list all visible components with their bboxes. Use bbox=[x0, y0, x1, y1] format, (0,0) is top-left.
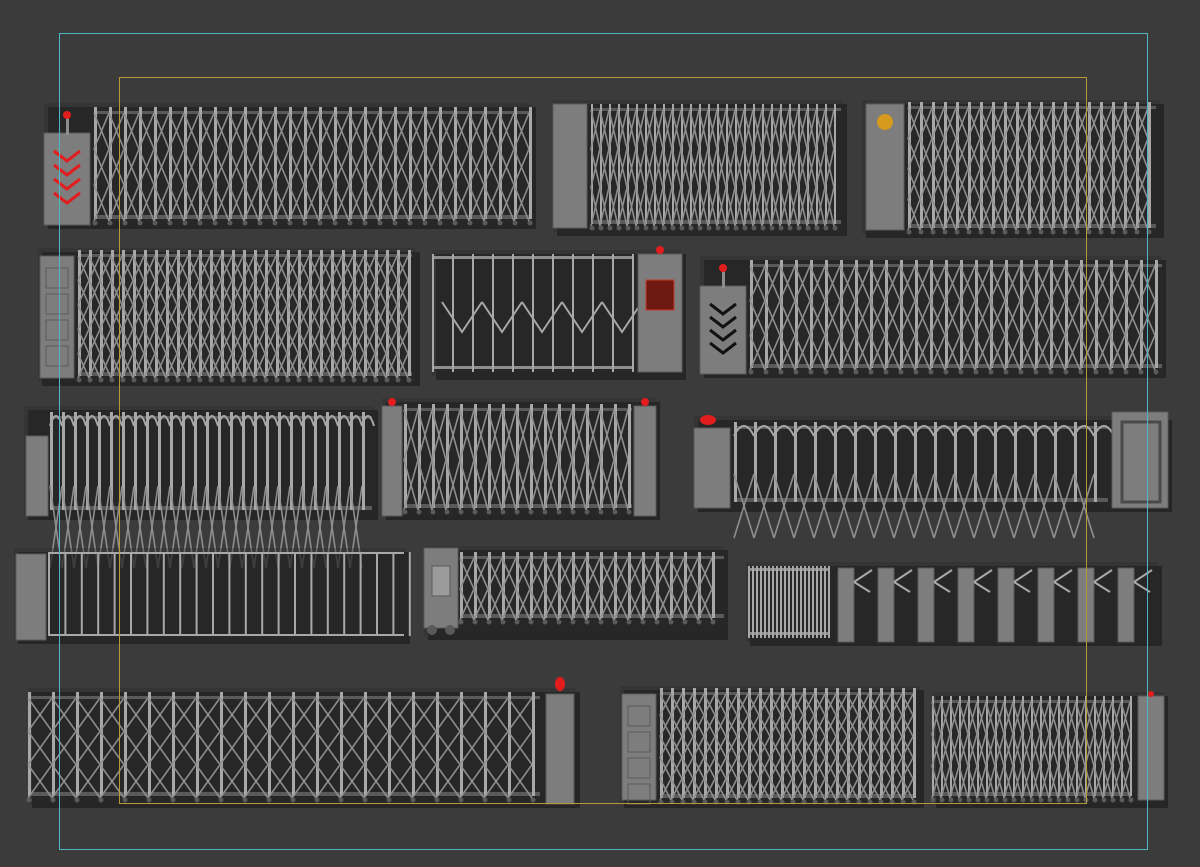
3d-viewport[interactable] bbox=[0, 0, 1200, 867]
gate-model-03[interactable] bbox=[862, 100, 1164, 238]
gate-model-15[interactable] bbox=[930, 691, 1169, 808]
control-box bbox=[43, 132, 91, 226]
control-box bbox=[637, 253, 683, 373]
gate-model-04[interactable] bbox=[38, 248, 420, 386]
end-post bbox=[381, 405, 403, 517]
end-post bbox=[15, 553, 47, 641]
warning-light-icon bbox=[1148, 691, 1154, 697]
amber-lamp-icon bbox=[877, 114, 893, 130]
turnstile-post bbox=[877, 567, 895, 643]
warning-light-icon bbox=[555, 677, 565, 691]
gate-model-05[interactable] bbox=[432, 246, 686, 380]
control-box bbox=[1137, 695, 1165, 801]
gate-model-07[interactable] bbox=[24, 406, 378, 569]
warning-light-icon bbox=[719, 264, 727, 272]
turnstile-post bbox=[957, 567, 975, 643]
gate-bounds bbox=[746, 562, 1158, 642]
viewport-scene bbox=[14, 100, 1172, 808]
control-box bbox=[545, 693, 575, 805]
turnstile-post bbox=[997, 567, 1015, 643]
warning-light-icon bbox=[63, 111, 71, 119]
gate-model-11[interactable] bbox=[423, 546, 728, 640]
warning-light-icon bbox=[641, 398, 649, 406]
warning-light-icon bbox=[388, 398, 396, 406]
gate-model-02[interactable] bbox=[552, 100, 847, 236]
gate-model-01[interactable] bbox=[43, 103, 536, 229]
warning-light-icon bbox=[656, 246, 664, 254]
gate-model-12[interactable] bbox=[746, 562, 1162, 646]
gate-model-14[interactable] bbox=[620, 686, 924, 808]
logo-panel bbox=[645, 279, 675, 311]
turnstile-post bbox=[1117, 567, 1135, 643]
control-box bbox=[552, 103, 588, 229]
turnstile-post bbox=[917, 567, 935, 643]
gate-model-06[interactable] bbox=[699, 256, 1166, 378]
end-post bbox=[25, 435, 49, 517]
turnstile-post bbox=[1037, 567, 1055, 643]
end-post bbox=[633, 405, 657, 517]
turnstile-post bbox=[1077, 567, 1095, 643]
gate-model-09[interactable] bbox=[693, 411, 1172, 539]
gate-bounds bbox=[14, 548, 406, 640]
turnstile-post bbox=[837, 567, 855, 643]
gate-model-10[interactable] bbox=[14, 548, 411, 644]
control-box bbox=[39, 255, 75, 379]
control-box bbox=[693, 427, 731, 509]
gate-model-08[interactable] bbox=[381, 398, 660, 520]
gate-model-13[interactable] bbox=[26, 677, 581, 808]
warning-light-icon bbox=[700, 415, 716, 425]
control-box bbox=[699, 285, 747, 375]
